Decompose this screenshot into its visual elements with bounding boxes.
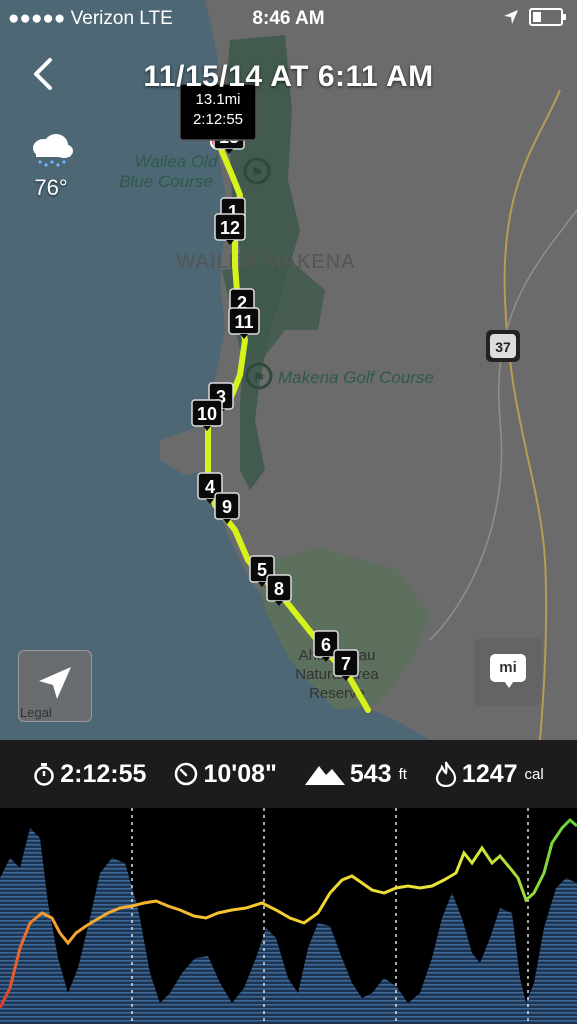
mile-marker-label: 8 — [274, 579, 284, 599]
mile-marker-label: 4 — [205, 477, 215, 497]
mile-marker-12[interactable]: 12 — [214, 213, 246, 245]
status-bar: ●●●●● Verizon LTE 8:46 AM — [0, 0, 577, 38]
legal-link[interactable]: Legal — [20, 705, 52, 720]
page-title: 11/15/14 AT 6:11 AM — [143, 60, 434, 93]
weather-widget: 76° — [26, 132, 76, 201]
mile-marker-label: 11 — [234, 312, 253, 332]
mile-marker-9[interactable]: 9 — [214, 492, 240, 524]
mountain-icon — [304, 766, 345, 785]
pace-value: 10'08" — [203, 759, 277, 788]
elevation-unit: ft — [398, 765, 407, 783]
highway-shield: 37 — [486, 330, 520, 362]
stat-duration: 2:12:55 — [33, 760, 146, 789]
temperature: 76° — [34, 175, 68, 200]
mile-marker-8[interactable]: 8 — [266, 574, 292, 606]
mile-marker-label: 7 — [341, 654, 351, 674]
calories-value: 1247 — [461, 759, 518, 788]
mile-marker-11[interactable]: 11 — [228, 307, 260, 339]
mile-marker-label: 6 — [321, 635, 331, 655]
status-right — [503, 8, 566, 26]
unit-label: mi — [490, 654, 526, 682]
elevation-value: 543 — [349, 759, 392, 788]
unit-toggle-button[interactable]: mi — [474, 638, 542, 706]
mile-marker-label: 12 — [220, 218, 240, 238]
speech-tail-icon — [504, 681, 514, 688]
mile-marker-label: 9 — [222, 497, 232, 517]
pace-elevation-graph[interactable] — [0, 808, 577, 1024]
finish-duration: 2:12:55 — [193, 111, 243, 128]
battery-icon — [529, 8, 566, 26]
clock: 8:46 AM — [252, 8, 325, 29]
mile-marker-7[interactable]: 7 — [333, 649, 359, 681]
mile-marker-10[interactable]: 10 — [191, 399, 223, 431]
flame-icon — [435, 761, 457, 787]
rain-cloud-icon — [33, 134, 73, 167]
stat-elevation: 543 ft — [304, 759, 407, 789]
route-map[interactable]: 37 ⚑ ⚑ Wailea Old Blue Course WAILEA-MAKE… — [0, 0, 577, 740]
stat-pace: 10'08" — [174, 759, 277, 789]
stat-calories: 1247 cal — [435, 760, 544, 789]
calories-unit: cal — [524, 765, 544, 783]
speedometer-icon — [175, 762, 198, 786]
svg-text:⚑: ⚑ — [253, 370, 265, 385]
mile-marker-label: 5 — [257, 560, 267, 580]
location-arrow-icon — [504, 10, 518, 24]
stopwatch-icon — [34, 763, 55, 786]
duration-value: 2:12:55 — [60, 759, 147, 788]
label-makena-golf: Makena Golf Course — [278, 368, 434, 387]
svg-text:⚑: ⚑ — [251, 165, 263, 180]
label-wailea-course: Wailea Old Blue Course — [119, 152, 218, 191]
label-wailea-makena: WAILEA-MAKENA — [177, 251, 356, 273]
mile-marker-label: 10 — [197, 404, 217, 424]
navigation-arrow-icon — [39, 667, 71, 699]
highway-number: 37 — [495, 339, 511, 355]
stats-bar: 2:12:55 10'08" 543 ft 1247 cal — [0, 740, 577, 808]
